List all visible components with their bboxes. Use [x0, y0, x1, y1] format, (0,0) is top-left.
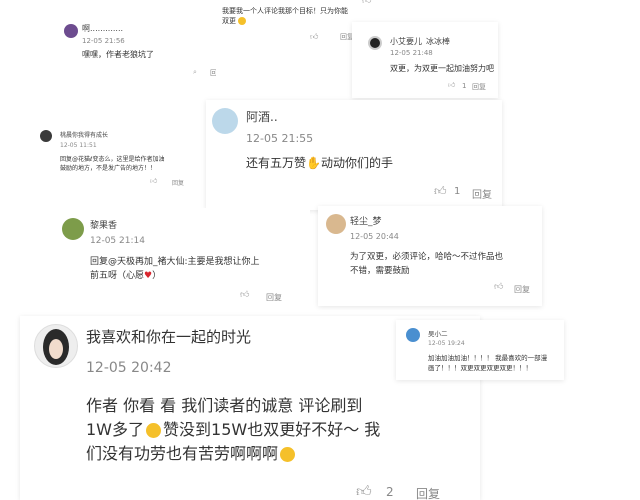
comment-text: 回复@天极再加_褚大仙:主要是我想让你上: [90, 257, 260, 267]
like-icon[interactable]: 👍︎: [356, 482, 372, 500]
comment-text: 我要我一个人评论我那个目标！只为你能: [222, 7, 348, 15]
comment-time: 12-05 20:42: [86, 360, 172, 376]
comment-time: 12-05 19:24: [428, 340, 465, 347]
like-count: 1: [462, 82, 467, 90]
comment-text: 双更，为双更一起加油努力吧: [390, 64, 494, 73]
like-icon[interactable]: 👍︎: [362, 0, 371, 6]
laugh-emoji-icon: [238, 17, 247, 25]
hand-emoji-icon: ✋: [306, 156, 321, 170]
comment-text: 还有五万赞✋动动你们的手: [246, 156, 393, 170]
reply-icon[interactable]: ⌕: [193, 68, 197, 77]
avatar[interactable]: [368, 36, 382, 50]
comment-text: 双更: [222, 16, 247, 26]
comment-text: 画了！！！双更双更双更双更！！！: [428, 364, 532, 372]
comment-text: 作者 你看 看 我们读者的诚意 评论刷到: [86, 396, 363, 415]
like-count: 1: [454, 186, 461, 197]
comment-username[interactable]: 阿酒..: [246, 108, 278, 125]
comment-card: 我要我一个人评论我那个目标！只为你能 双更 👍︎ 回复: [218, 0, 368, 42]
like-count: 2: [386, 485, 394, 499]
comment-card: 桃晨你我得有成长 12-05 11:51 回复@花猫ℓ变态么，这里是给作者加油 …: [30, 118, 206, 194]
comment-time: 12-05 21:14: [90, 236, 145, 246]
comment-username[interactable]: 我喜欢和你在一起的时光: [86, 326, 251, 347]
avatar[interactable]: [326, 214, 346, 234]
comment-username[interactable]: 吴小二: [428, 328, 448, 338]
like-icon[interactable]: 👍︎: [494, 282, 503, 292]
comment-username[interactable]: 啊.............: [82, 23, 123, 34]
comment-time: 12-05 20:44: [350, 232, 399, 241]
comment-username-secondary[interactable]: 冰冰棒: [426, 36, 450, 47]
comment-time: 12-05 21:48: [390, 49, 433, 57]
comment-card: 啊............. 12-05 21:56 嘿嘿，作者老狼坑了 ⌕ 回…: [48, 12, 216, 80]
avatar[interactable]: [62, 218, 84, 240]
reply-button[interactable]: 回复: [172, 178, 184, 187]
comment-time: 12-05 11:51: [60, 142, 97, 149]
like-icon[interactable]: 👍︎: [448, 80, 455, 89]
comment-username[interactable]: 桃晨你我得有成长: [60, 130, 108, 139]
laugh-cry-emoji-icon: [146, 423, 162, 438]
reply-button[interactable]: 回复: [514, 284, 530, 295]
comment-text: 加油加油加油！！！！ 我最喜欢的一部漫: [428, 354, 548, 362]
comment-text: 1W多了 赞没到15W也双更好不好～ 我: [86, 420, 381, 439]
like-icon[interactable]: 👍︎: [240, 290, 249, 300]
comment-text: 鼓励的地方，不是发广告的地方！！: [60, 165, 157, 172]
reply-button[interactable]: 回复: [266, 292, 282, 303]
comment-text: 回复@花猫ℓ变态么，这里是给作者加油: [60, 156, 165, 163]
comment-text: 为了双更，必须评论，哈哈～不过作品也: [350, 252, 504, 262]
like-icon[interactable]: 👍︎: [310, 32, 318, 42]
comment-card: 吴小二 12-05 19:24 加油加油加油！！！！ 我最喜欢的一部漫 画了！！…: [396, 320, 564, 380]
comment-text: 嘿嘿，作者老狼坑了: [82, 50, 154, 59]
avatar[interactable]: [40, 130, 52, 142]
reply-button[interactable]: 回复: [472, 186, 492, 201]
avatar[interactable]: [34, 324, 78, 368]
comment-username[interactable]: 轻尘_梦: [350, 214, 382, 227]
comment-card: 小艾要儿 冰冰棒 12-05 21:48 双更，为双更一起加油努力吧 👍︎ 1 …: [352, 22, 498, 98]
like-icon[interactable]: 👍︎: [434, 184, 447, 199]
reply-button[interactable]: 回复: [416, 485, 440, 500]
comment-time: 12-05 21:55: [246, 132, 314, 145]
comment-username[interactable]: 黎果香: [90, 218, 117, 231]
comment-text: 不错，需要鼓励: [350, 266, 410, 276]
comment-card: 👍︎: [360, 0, 420, 10]
reply-button[interactable]: 回复: [210, 68, 216, 78]
avatar[interactable]: [406, 328, 420, 342]
comment-card: 黎果香 12-05 21:14 回复@天极再加_褚大仙:主要是我想让你上 前五呀…: [50, 208, 310, 308]
comment-card: 轻尘_梦 12-05 20:44 为了双更，必须评论，哈哈～不过作品也 不错，需…: [318, 206, 542, 306]
heart-emoji-icon: ♥: [144, 271, 153, 281]
reply-button[interactable]: 回复: [472, 82, 486, 92]
comment-text: 们没有功劳也有苦劳啊啊啊: [86, 440, 296, 464]
comment-card: 阿酒.. 12-05 21:55 还有五万赞✋动动你们的手 👍︎ 1 回复: [206, 100, 502, 210]
avatar[interactable]: [64, 24, 78, 38]
like-icon[interactable]: 👍︎: [150, 176, 157, 185]
comment-text: 前五呀（心愿♥）: [90, 271, 162, 281]
comment-time: 12-05 21:56: [82, 37, 125, 45]
comment-username[interactable]: 小艾要儿: [390, 36, 422, 47]
laugh-cry-emoji-icon: [280, 447, 296, 462]
avatar[interactable]: [212, 108, 238, 134]
